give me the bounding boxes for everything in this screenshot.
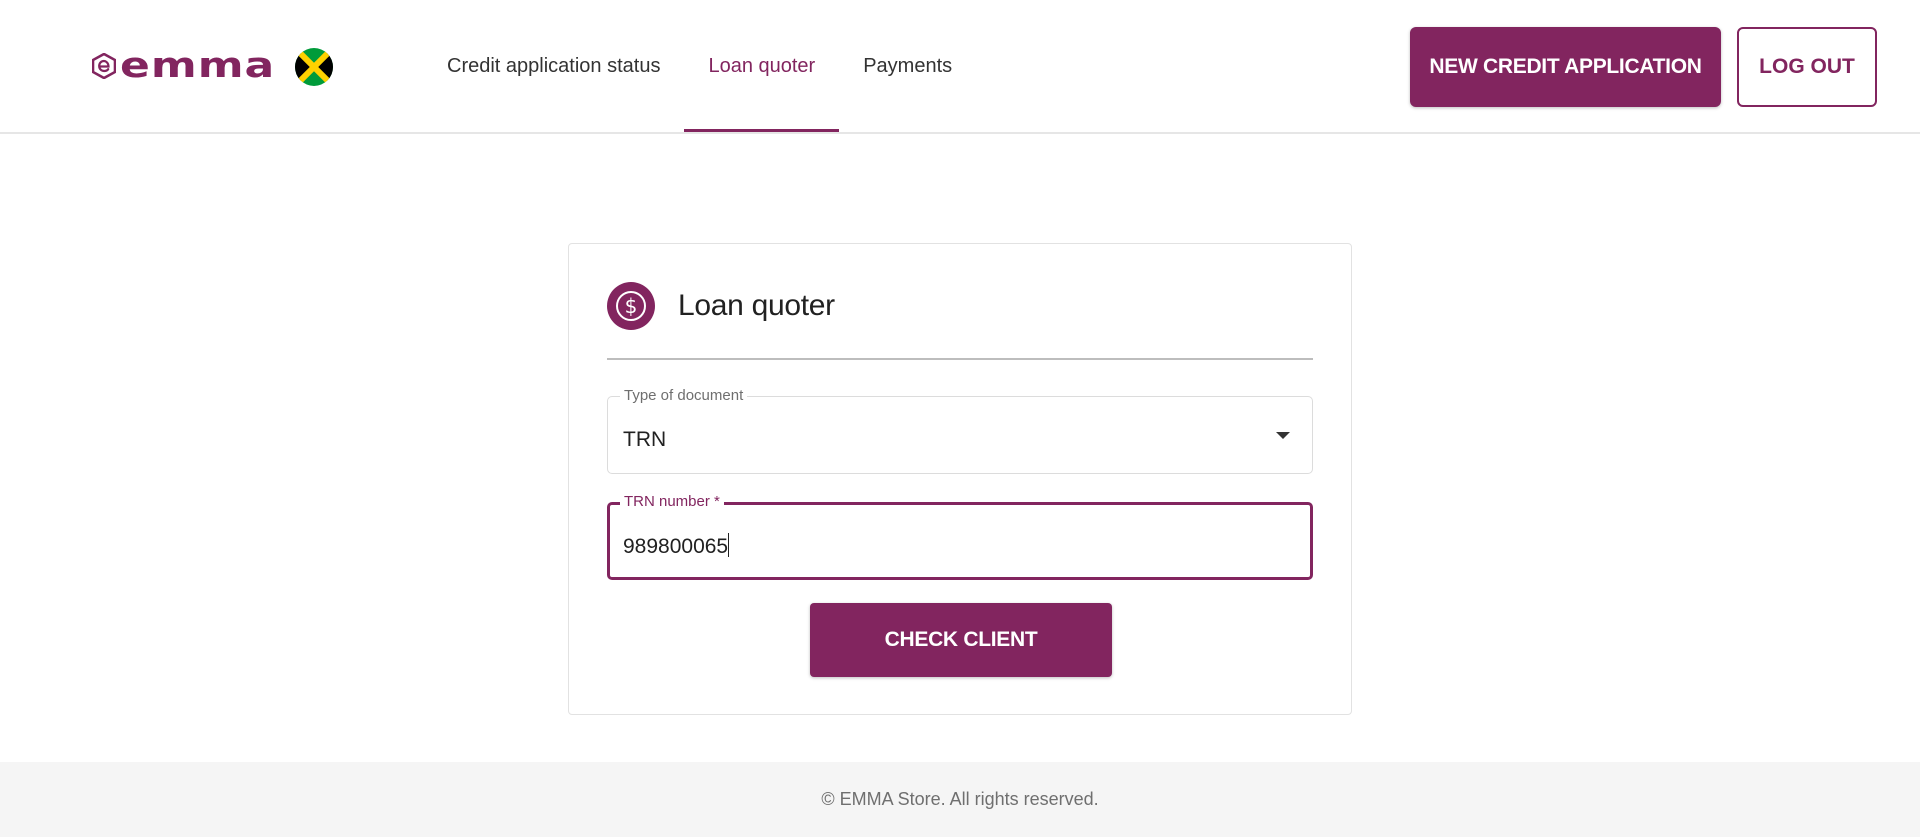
emma-e-icon	[92, 53, 116, 79]
card-title: Loan quoter	[678, 289, 835, 322]
emma-logo[interactable]: emma	[92, 45, 276, 86]
trn-number-value[interactable]: 989800065	[623, 533, 730, 560]
page-footer: © EMMA Store. All rights reserved.	[0, 762, 1920, 837]
loan-quoter-card: $ Loan quoter Type of document TRN TRN n…	[568, 243, 1352, 715]
copyright-text: © EMMA Store. All rights reserved.	[821, 789, 1099, 809]
nav-payments[interactable]: Payments	[863, 0, 952, 132]
dropdown-arrow-icon[interactable]	[1276, 432, 1290, 439]
trn-number-value-text: 989800065	[623, 535, 729, 558]
top-header: emma Credit application status Loan quot…	[0, 0, 1920, 134]
dollar-glyph: $	[616, 291, 646, 321]
new-credit-application-button[interactable]: NEW CREDIT APPLICATION	[1410, 27, 1721, 107]
card-divider	[607, 358, 1313, 360]
nav-credit-application-status[interactable]: Credit application status	[447, 0, 660, 132]
dollar-icon: $	[607, 282, 655, 330]
logo-wordmark: emma	[120, 45, 276, 86]
document-type-select[interactable]: Type of document TRN	[607, 387, 1313, 474]
trn-number-label-text: TRN number	[624, 493, 710, 510]
main-nav: Credit application status Loan quoter Pa…	[447, 0, 952, 132]
document-type-value: TRN	[623, 428, 667, 451]
text-cursor	[728, 533, 730, 557]
logout-button[interactable]: LOG OUT	[1737, 27, 1877, 107]
trn-number-input[interactable]: TRN number * 989800065	[607, 493, 1313, 580]
document-type-label: Type of document	[620, 387, 748, 405]
jamaica-flag-icon	[295, 48, 333, 86]
nav-loan-quoter[interactable]: Loan quoter	[684, 0, 839, 132]
trn-number-label: TRN number *	[620, 493, 724, 511]
required-mark: *	[714, 493, 720, 510]
check-client-button[interactable]: CHECK CLIENT	[810, 603, 1112, 677]
